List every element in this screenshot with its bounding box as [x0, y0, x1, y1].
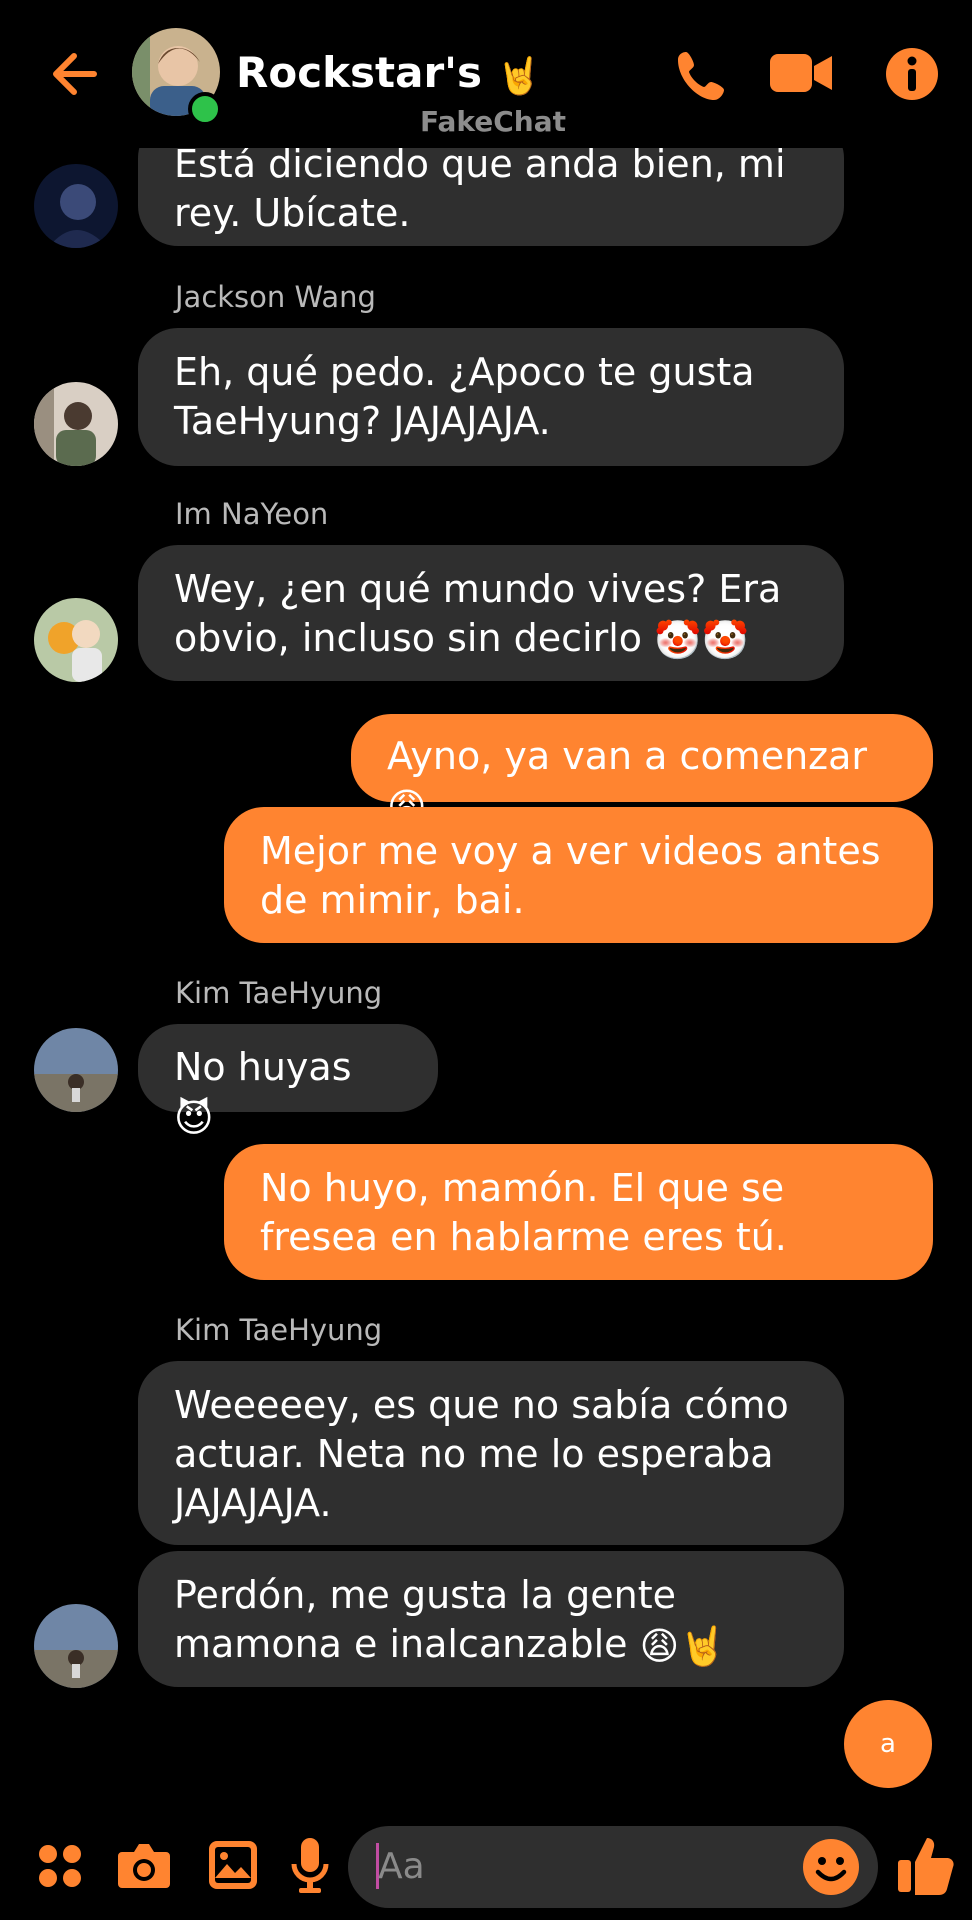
devil-emoji: 😈 — [174, 1096, 214, 1140]
gallery-icon[interactable] — [206, 1838, 260, 1892]
fab-label: a — [880, 1729, 896, 1759]
message-bubble-outgoing[interactable]: Mejor me voy a ver videos antes de mimir… — [224, 807, 933, 943]
rock-hand-emoji: 🤘 — [496, 55, 542, 97]
online-indicator — [188, 92, 222, 126]
avatar[interactable] — [34, 1604, 118, 1688]
thumbs-up-icon[interactable] — [896, 1834, 956, 1896]
message-bubble-outgoing[interactable]: Ayno, ya van a comenzar 😩 — [351, 714, 933, 829]
message-text: Mejor me voy a ver videos antes de mimir… — [260, 829, 881, 922]
phone-icon[interactable] — [672, 46, 732, 106]
message-bubble[interactable]: Wey, ¿en qué mundo vives? Era obvio, inc… — [138, 545, 844, 681]
brand-label: FakeChat — [420, 105, 567, 138]
message-text: No huyas — [174, 1045, 352, 1089]
message-text: Weeeeey, es que no sabía cómo actuar. Ne… — [174, 1383, 789, 1525]
emoji-icon[interactable] — [802, 1838, 860, 1896]
sender-name: Kim TaeHyung — [175, 976, 383, 1010]
apps-icon[interactable] — [36, 1842, 84, 1890]
camera-icon[interactable] — [116, 1840, 172, 1890]
message-text: Ayno, ya van a comenzar — [387, 734, 868, 778]
avatar[interactable] — [34, 164, 118, 248]
sender-name: Kim TaeHyung — [175, 1313, 383, 1347]
message-bubble[interactable]: Perdón, me gusta la gente mamona e inalc… — [138, 1551, 844, 1687]
message-text: Perdón, me gusta la gente mamona e inalc… — [174, 1573, 677, 1666]
back-arrow-icon[interactable] — [46, 46, 102, 102]
message-input-placeholder: Aa — [378, 1846, 425, 1887]
floating-action-button[interactable]: a — [844, 1700, 932, 1788]
message-bubble[interactable]: Weeeeey, es que no sabía cómo actuar. Ne… — [138, 1361, 844, 1545]
sender-name: Im NaYeon — [175, 497, 329, 531]
message-text: No huyo, mamón. El que se fresea en habl… — [260, 1166, 787, 1259]
microphone-icon[interactable] — [290, 1836, 330, 1896]
avatar[interactable] — [34, 1028, 118, 1112]
clown-emoji: 🤡🤡 — [654, 618, 749, 662]
chat-header: Rockstar's 🤘 FakeChat — [0, 0, 972, 148]
message-input[interactable] — [348, 1826, 878, 1908]
sender-name: Jackson Wang — [175, 280, 376, 314]
avatar[interactable] — [34, 598, 118, 682]
message-bubble[interactable]: No huyas 😈 — [138, 1024, 438, 1140]
message-text: Eh, qué pedo. ¿Apoco te gusta TaeHyung? … — [174, 350, 755, 443]
chat-title[interactable]: Rockstar's 🤘 — [236, 48, 541, 97]
chat-title-text: Rockstar's — [236, 48, 483, 97]
message-bubble-outgoing[interactable]: No huyo, mamón. El que se fresea en habl… — [224, 1144, 933, 1280]
video-camera-icon[interactable] — [768, 50, 834, 96]
weary-rock-emoji: 😩🤘 — [639, 1624, 727, 1668]
avatar[interactable] — [34, 382, 118, 466]
info-icon[interactable] — [884, 46, 940, 102]
message-text: Está diciendo que anda bien, mi rey. Ubí… — [174, 142, 786, 235]
message-bubble[interactable]: Eh, qué pedo. ¿Apoco te gusta TaeHyung? … — [138, 328, 844, 466]
